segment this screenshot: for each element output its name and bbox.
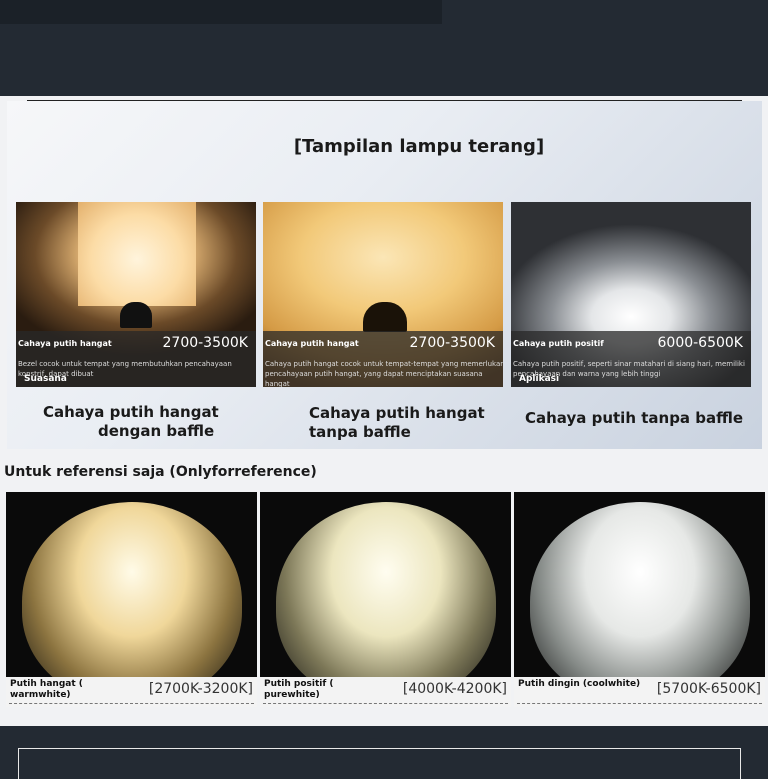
- caption-name: Cahaya putih positif: [513, 339, 604, 348]
- caption-temp: 2700-3500K: [409, 335, 496, 351]
- top-bar: [0, 0, 442, 24]
- section-heading-reference: Untuk referensi saja (Onlyforreference): [4, 464, 317, 480]
- light-beam: [529, 502, 750, 677]
- label-line: dengan baffle: [98, 422, 215, 440]
- caption-tag: Aplikasi: [519, 374, 560, 384]
- section-heading-bright: [Tampilan lampu terang]: [293, 136, 545, 157]
- reference-name: Putih dingin (coolwhite): [518, 679, 641, 689]
- lamp-photo-warm-no-baffle: Cahaya putih hangat 2700-3500K Cahaya pu…: [263, 202, 503, 387]
- label-line: Cahaya putih hangat: [309, 404, 485, 422]
- dashed-divider: [9, 703, 254, 704]
- caption-strip: Cahaya putih positif 6000-6500K Cahaya p…: [511, 331, 751, 387]
- reference-temp: [2700K-3200K]: [148, 681, 253, 697]
- caption-name: Cahaya putih hangat: [265, 339, 359, 348]
- caption-tag: Suasana: [24, 374, 67, 384]
- light-beam: [21, 502, 242, 677]
- bottom-frame: [18, 748, 741, 779]
- reference-strip-pure: Putih positif ( purewhite) [4000K-4200K]: [260, 677, 511, 707]
- lamp-fixture-icon: [363, 302, 407, 332]
- divider-line: [27, 100, 742, 101]
- label-line: tanpa baffle: [309, 423, 411, 441]
- card-label-cool-no-baffle: Cahaya putih tanpa baffle: [525, 409, 745, 428]
- light-beam: [275, 502, 496, 677]
- reference-strip-warm: Putih hangat ( warmwhite) [2700K-3200K]: [6, 677, 257, 707]
- caption-strip: Cahaya putih hangat 2700-3500K Cahaya pu…: [263, 331, 503, 387]
- reference-photo-cool: [514, 492, 765, 677]
- lamp-photo-warm-baffle: Cahaya putih hangat 2700-3500K Bezel coc…: [16, 202, 256, 387]
- reference-strip-cool: Putih dingin (coolwhite) [5700K-6500K]: [514, 677, 765, 707]
- lamp-fixture-icon: [120, 302, 152, 328]
- dashed-divider: [263, 703, 508, 704]
- caption-temp: 2700-3500K: [162, 335, 249, 351]
- caption-name: Cahaya putih hangat: [18, 339, 112, 348]
- card-label-warm-baffle: Cahaya putih hangat dengan baffle: [43, 403, 243, 441]
- reference-photo-pure: [260, 492, 511, 677]
- reference-name: Putih hangat ( warmwhite): [10, 679, 83, 700]
- dashed-divider: [517, 703, 762, 704]
- caption-strip: Cahaya putih hangat 2700-3500K Bezel coc…: [16, 331, 256, 387]
- reference-photo-warm: [6, 492, 257, 677]
- lamp-photo-cool-no-baffle: Cahaya putih positif 6000-6500K Cahaya p…: [511, 202, 751, 387]
- label-line: Cahaya putih tanpa baffle: [525, 409, 744, 427]
- label-line: Cahaya putih hangat: [43, 403, 219, 421]
- light-square: [78, 202, 196, 306]
- card-label-warm-no-baffle: Cahaya putih hangat tanpa baffle: [309, 404, 509, 442]
- reference-temp: [5700K-6500K]: [656, 681, 761, 697]
- caption-temp: 6000-6500K: [657, 335, 744, 351]
- caption-desc: Cahaya putih hangat cocok untuk tempat-t…: [265, 360, 503, 387]
- reference-name: Putih positif ( purewhite): [264, 679, 334, 700]
- reference-temp: [4000K-4200K]: [402, 681, 507, 697]
